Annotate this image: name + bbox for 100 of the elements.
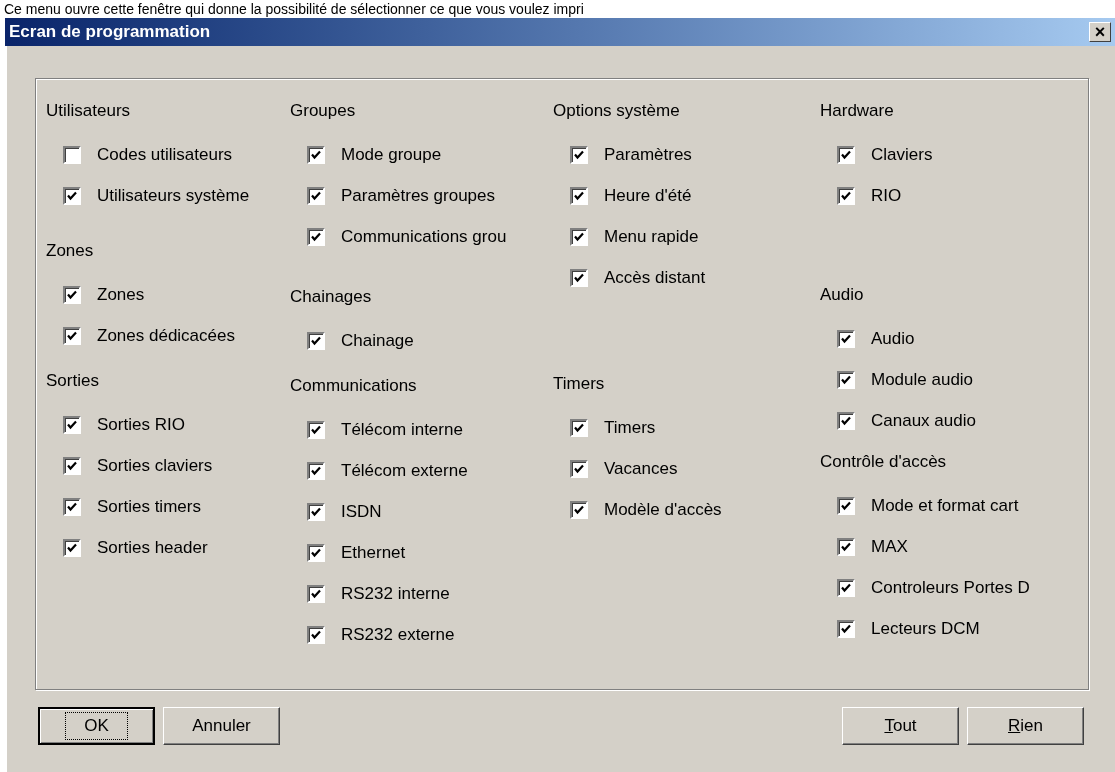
checkbox[interactable] (837, 146, 855, 164)
dialog-button[interactable]: Rien (967, 707, 1084, 745)
checkbox[interactable] (63, 286, 81, 304)
check-icon (573, 190, 585, 202)
checkbox[interactable] (570, 269, 588, 287)
checkbox[interactable] (570, 228, 588, 246)
dialog-button[interactable]: OK (38, 707, 155, 745)
checkbox-label: Module audio (871, 370, 974, 390)
checkbox[interactable] (570, 419, 588, 437)
check-icon (310, 231, 322, 243)
checkbox-label: Télécom externe (341, 461, 468, 481)
check-icon (573, 149, 585, 161)
checkbox-label: RS232 interne (341, 584, 450, 604)
checkbox[interactable] (307, 146, 325, 164)
checkbox[interactable] (307, 421, 325, 439)
checkbox-label: Accès distant (604, 268, 706, 288)
checkbox[interactable] (570, 187, 588, 205)
checkbox[interactable] (837, 187, 855, 205)
check-icon (310, 149, 322, 161)
checkbox[interactable] (63, 146, 81, 164)
checkbox[interactable] (63, 498, 81, 516)
checkbox-label: Timers (604, 418, 656, 438)
check-icon (66, 419, 78, 431)
checkbox-label: Modèle d'accès (604, 500, 722, 520)
checkbox-label: Sorties header (97, 538, 208, 558)
check-icon (840, 623, 852, 635)
checkbox-label: Sorties RIO (97, 415, 185, 435)
checkbox[interactable] (307, 462, 325, 480)
checkbox-label: Audio (871, 329, 915, 349)
check-icon (840, 149, 852, 161)
section-heading: Hardware (820, 101, 894, 122)
checkbox-label: Paramètres groupes (341, 186, 496, 206)
checkbox[interactable] (307, 332, 325, 350)
checkbox[interactable] (307, 626, 325, 644)
close-button[interactable]: × (1089, 22, 1111, 42)
checkbox[interactable] (837, 538, 855, 556)
checkbox-label: Sorties claviers (97, 456, 213, 476)
checkbox[interactable] (63, 187, 81, 205)
check-icon (310, 506, 322, 518)
checkbox[interactable] (307, 187, 325, 205)
checkbox-label: Sorties timers (97, 497, 201, 517)
section-heading: Utilisateurs (46, 101, 131, 122)
checkbox[interactable] (307, 228, 325, 246)
checkbox[interactable] (837, 620, 855, 638)
check-icon (573, 463, 585, 475)
check-icon (840, 582, 852, 594)
checkbox[interactable] (570, 501, 588, 519)
checkbox-label: Vacances (604, 459, 678, 479)
checkbox[interactable] (570, 460, 588, 478)
check-icon (310, 588, 322, 600)
checkbox-label: Menu rapide (604, 227, 699, 247)
checkbox-label: Télécom interne (341, 420, 463, 440)
checkbox[interactable] (307, 503, 325, 521)
checkbox-label: Lecteurs DCM (871, 619, 980, 639)
section-heading: Timers (553, 374, 605, 395)
checkbox[interactable] (63, 416, 81, 434)
check-icon (310, 190, 322, 202)
checkbox[interactable] (837, 330, 855, 348)
checkbox[interactable] (63, 457, 81, 475)
check-icon (66, 542, 78, 554)
checkbox[interactable] (570, 146, 588, 164)
section-heading: Contrôle d'accès (820, 452, 947, 473)
caption-text: Ce menu ouvre cette fenêtre qui donne la possibilité de sélectionner ce que vous voulez impri (4, 1, 584, 17)
checkbox[interactable] (307, 544, 325, 562)
section-heading: Options système (553, 101, 680, 122)
dialog-button[interactable]: Annuler (163, 707, 280, 745)
checkbox[interactable] (837, 412, 855, 430)
check-icon (66, 501, 78, 513)
checkbox[interactable] (837, 579, 855, 597)
checkbox-label: RS232 externe (341, 625, 455, 645)
checkbox-label: Zones dédicacées (97, 326, 235, 346)
checkbox[interactable] (837, 497, 855, 515)
checkbox[interactable] (307, 585, 325, 603)
checkbox[interactable] (63, 327, 81, 345)
check-icon (310, 424, 322, 436)
check-icon (840, 500, 852, 512)
checkbox-label: MAX (871, 537, 908, 557)
section-heading: Zones (46, 241, 94, 262)
section-heading: Communications (290, 376, 417, 397)
checkbox-label: Mode et format cart (871, 496, 1019, 516)
checkbox[interactable] (837, 371, 855, 389)
checkbox[interactable] (63, 539, 81, 557)
checkbox-label: Zones (97, 285, 145, 305)
check-icon (840, 333, 852, 345)
check-icon (573, 231, 585, 243)
checkbox-label: Mode groupe (341, 145, 442, 165)
dialog-button[interactable]: Tout (842, 707, 959, 745)
window-title: Ecran de programmation (9, 21, 211, 44)
check-icon (310, 465, 322, 477)
check-icon (840, 415, 852, 427)
check-icon (66, 330, 78, 342)
check-icon (66, 289, 78, 301)
check-icon (310, 335, 322, 347)
checkbox-label: Canaux audio (871, 411, 976, 431)
checkbox-label: Ethernet (341, 543, 406, 563)
checkbox-label: RIO (871, 186, 902, 206)
check-icon (310, 547, 322, 559)
section-heading: Audio (820, 285, 864, 306)
check-icon (573, 504, 585, 516)
check-icon (840, 190, 852, 202)
